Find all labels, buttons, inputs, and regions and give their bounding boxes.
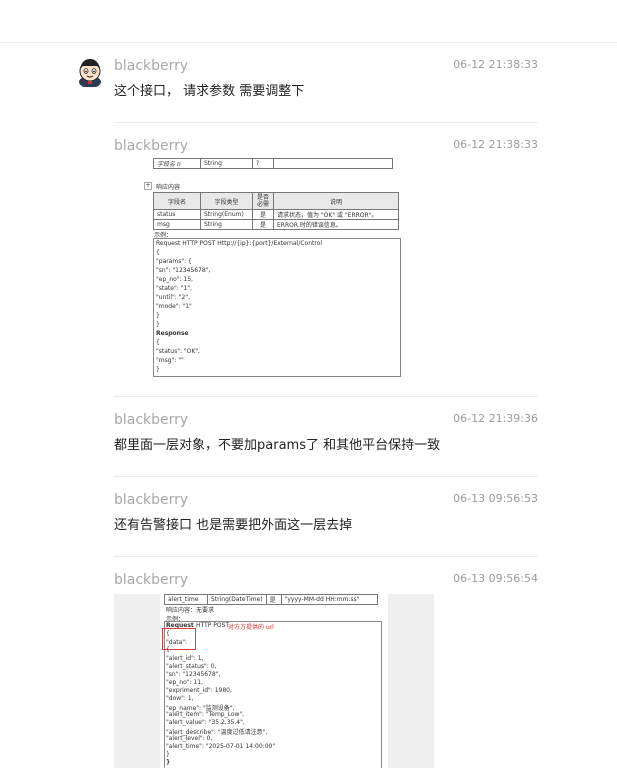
table-header: 说明 — [273, 192, 399, 210]
message-item: blackberry 06-13 09:56:53 还有告警接口 也是需要把外面… — [114, 492, 538, 542]
message-item: blackberry 06-12 21:38:33 — [114, 138, 538, 158]
table-cell: String(Enum) — [200, 209, 253, 220]
code-line: Response — [156, 330, 189, 337]
table-cell: status — [153, 209, 201, 220]
message-text: 还有告警接口 也是需要把外面这一层去掉 — [114, 518, 353, 533]
message-divider — [114, 476, 538, 477]
code-line: "params": { — [156, 258, 192, 265]
code-line: "ep_no": 11, — [166, 679, 203, 686]
code-line: "alert_item": "Temp_Low", — [166, 711, 245, 718]
message-divider — [114, 396, 538, 397]
cell: "yyyy-MM-dd HH:mm:ss" — [280, 594, 379, 605]
code-line: Request HTTP POST Http://{ip}:{port}/Ext… — [156, 240, 323, 247]
cell: String — [200, 158, 253, 169]
table-cell: ERROR 时的错误信息。 — [273, 219, 399, 230]
code-line: } — [166, 751, 170, 758]
code-line: { — [156, 249, 160, 256]
doc-table-top: 字段名 n String ? — [153, 158, 393, 169]
sender-name[interactable]: blackberry — [114, 412, 188, 428]
message-divider — [114, 556, 538, 557]
table-header: 是否必需 — [252, 192, 274, 210]
code-line: "status": "OK", — [156, 348, 200, 355]
message-divider — [114, 122, 538, 123]
doc-section-title: 响应内容 — [156, 184, 181, 191]
table-cell: 是 — [252, 219, 274, 230]
header-divider — [0, 42, 617, 43]
code-line: { — [156, 339, 160, 346]
code-line: "expriment_id": 1980, — [166, 687, 232, 694]
code-line: "state": "1", — [156, 285, 192, 292]
message-text: 都里面一层对象，不要加params了 和其他平台保持一致 — [114, 438, 441, 453]
code-line: "alert_id": 1, — [166, 655, 204, 662]
code-line: "mode": "1" — [156, 303, 192, 310]
table-cell: 是 — [252, 209, 274, 220]
code-line: "until": "2", — [156, 294, 190, 301]
message-image-api-doc[interactable]: 字段名 n String ? + 响应内容 字段名 字段类型 是否必需 说明 s… — [140, 158, 406, 378]
code-line: "ep_no": 15, — [156, 276, 193, 283]
cell: String(DateTime) — [207, 594, 267, 605]
table-cell: msg — [153, 219, 201, 230]
message-time: 06-12 21:38:33 — [453, 58, 538, 71]
cell: 字段名 n — [153, 158, 201, 169]
code-line: } — [156, 312, 160, 319]
user-avatar-icon[interactable] — [76, 57, 104, 87]
table-header: 字段类型 — [200, 192, 253, 210]
code-line: } — [166, 759, 171, 766]
code-line: { — [166, 646, 170, 653]
cell: 是 — [265, 594, 282, 605]
cell: ? — [252, 158, 274, 169]
expand-marker: + — [144, 182, 152, 190]
message-time: 06-12 21:38:33 — [453, 138, 538, 151]
code-line: { — [166, 630, 170, 637]
cell — [273, 158, 393, 169]
code-line: "sn": "12345678", — [156, 267, 211, 274]
sender-name[interactable]: blackberry — [114, 138, 188, 154]
cell: alert_time — [164, 594, 208, 605]
code-annotation: 对方方提供的 url — [228, 624, 274, 631]
code-line: HTTP POST — [196, 622, 230, 629]
code-line: "sn": "12345678", — [166, 671, 221, 678]
table-cell: 请求状态，值为 "OK" 或 "ERROR"。 — [273, 209, 399, 220]
message-item: blackberry 06-12 21:39:36 都里面一层对象，不要加par… — [114, 412, 538, 462]
message-text: 这个接口， 请求参数 需要调整下 — [114, 84, 305, 99]
table-header: 字段名 — [153, 192, 201, 210]
sender-name[interactable]: blackberry — [114, 492, 188, 508]
sender-name[interactable]: blackberry — [114, 572, 188, 588]
code-line: } — [156, 321, 160, 328]
doc-section-title: 响应内容：无要求 — [166, 607, 215, 614]
message-item: blackberry 06-12 21:38:33 这个接口， 请求参数 需要调… — [114, 58, 538, 108]
message-time: 06-13 09:56:53 — [453, 492, 538, 505]
sender-name[interactable]: blackberry — [114, 58, 188, 74]
code-line: "data": — [166, 639, 188, 646]
doc-response-table: 字段名 字段类型 是否必需 说明 status String(Enum) 是 请… — [153, 192, 399, 230]
code-line: "msg": "" — [156, 357, 184, 364]
code-line: "alert_time": "2025-07-01 14:00:00" — [166, 743, 276, 750]
table-cell: String — [200, 219, 253, 230]
code-line: "alert_level": 0, — [166, 735, 213, 742]
message-time: 06-12 21:39:36 — [453, 412, 538, 425]
doc-table-top: alert_time String(DateTime) 是 "yyyy-MM-d… — [164, 594, 379, 605]
message-image-alert-doc[interactable]: alert_time String(DateTime) 是 "yyyy-MM-d… — [114, 594, 434, 768]
message-item: blackberry 06-13 09:56:54 — [114, 572, 538, 592]
code-line: "alert_status": 0, — [166, 663, 217, 670]
message-time: 06-13 09:56:54 — [453, 572, 538, 585]
code-line: } — [156, 366, 160, 373]
code-line: "alert_value": "35.2,35.4", — [166, 719, 245, 726]
code-line: "dow": 1, — [166, 695, 194, 702]
